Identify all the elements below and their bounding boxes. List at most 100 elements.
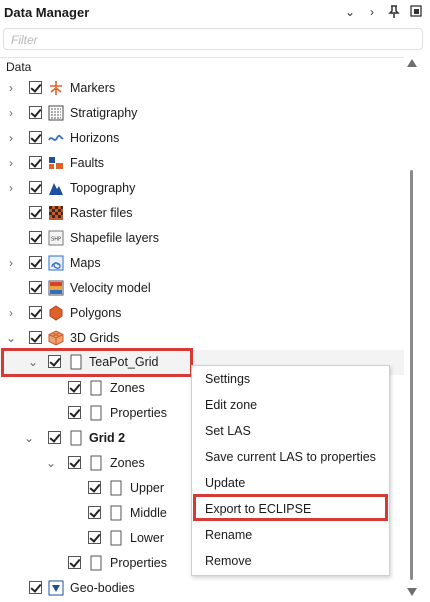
chevron-right-icon[interactable]: › — [5, 80, 17, 96]
menu-item-edit-zone[interactable]: Edit zone — [192, 393, 389, 417]
tree-item-label: Zones — [110, 381, 145, 395]
tree-item-topography[interactable]: › Topography — [0, 176, 404, 201]
visibility-checkbox[interactable] — [29, 81, 42, 94]
tree-item-label: Shapefile layers — [70, 231, 159, 245]
chevron-down-icon[interactable]: ⌄ — [5, 330, 17, 346]
float-window-icon[interactable] — [409, 5, 423, 19]
tree-item-stratigraphy[interactable]: › Stratigraphy — [0, 101, 404, 126]
menu-item-rename[interactable]: Rename — [192, 523, 389, 547]
visibility-checkbox[interactable] — [29, 181, 42, 194]
menu-item-set-las[interactable]: Set LAS — [192, 419, 389, 443]
tree-item-label: Upper — [130, 481, 165, 495]
visibility-checkbox[interactable] — [29, 206, 42, 219]
document-icon — [108, 505, 124, 521]
maps-icon — [48, 255, 64, 271]
tree-item-label: Maps — [70, 256, 101, 270]
menu-item-label: Edit zone — [205, 398, 258, 412]
chevron-down-icon[interactable]: ⌄ — [23, 430, 35, 446]
visibility-checkbox[interactable] — [48, 431, 61, 444]
tree-item-label: 3D Grids — [70, 331, 120, 345]
menu-item-label: Set LAS — [205, 424, 251, 438]
visibility-checkbox[interactable] — [29, 156, 42, 169]
tree-item-label: Stratigraphy — [70, 106, 138, 120]
chevron-right-icon[interactable]: › — [5, 305, 17, 321]
menu-item-label: Update — [205, 476, 246, 490]
polygons-icon — [48, 305, 64, 321]
tree-item-markers[interactable]: › Markers — [0, 76, 404, 101]
scroll-down-arrow[interactable] — [407, 588, 417, 596]
tree-item-faults[interactable]: › Faults — [0, 151, 404, 176]
chevron-right-icon[interactable]: › — [5, 155, 17, 171]
visibility-checkbox[interactable] — [88, 506, 101, 519]
stratigraphy-icon — [48, 105, 64, 121]
velocity-model-icon — [48, 280, 64, 296]
visibility-checkbox[interactable] — [29, 581, 42, 594]
tree-item-label: Properties — [110, 556, 167, 570]
tree-item-label: Markers — [70, 81, 116, 95]
tree-item-maps[interactable]: › Maps — [0, 251, 404, 276]
tree-item-label: Zones — [110, 456, 145, 470]
menu-item-label: Save current LAS to properties — [205, 450, 376, 464]
chevron-down-icon[interactable]: ⌄ — [343, 5, 357, 19]
tree-item-velocity-model[interactable]: Velocity model — [0, 276, 404, 301]
chevron-right-icon[interactable]: › — [5, 255, 17, 271]
tree-item-polygons[interactable]: › Polygons — [0, 301, 404, 326]
visibility-checkbox[interactable] — [88, 481, 101, 494]
visibility-checkbox[interactable] — [29, 331, 42, 344]
highlight-box — [193, 494, 388, 521]
visibility-checkbox[interactable] — [29, 231, 42, 244]
tree-item-label: Horizons — [70, 131, 120, 145]
chevron-right-icon[interactable]: › — [5, 105, 17, 121]
topography-icon — [48, 180, 64, 196]
document-icon — [68, 430, 84, 446]
visibility-checkbox[interactable] — [68, 406, 81, 419]
visibility-checkbox[interactable] — [29, 106, 42, 119]
tree-item-label: Properties — [110, 406, 167, 420]
chevron-right-icon[interactable]: › — [365, 5, 379, 19]
tree-item-shapefile-layers[interactable]: SHP Shapefile layers — [0, 226, 404, 251]
pin-icon[interactable] — [387, 5, 401, 19]
markers-icon — [48, 80, 64, 96]
menu-item-save-las[interactable]: Save current LAS to properties — [192, 445, 389, 469]
menu-item-remove[interactable]: Remove — [192, 549, 389, 573]
document-icon — [88, 380, 104, 396]
svg-text:SHP: SHP — [51, 237, 61, 243]
geo-bodies-icon — [48, 580, 64, 596]
highlight-box — [1, 348, 193, 377]
shapefile-icon: SHP — [48, 230, 64, 246]
chevron-right-icon[interactable]: › — [5, 130, 17, 146]
scroll-up-arrow[interactable] — [407, 59, 417, 67]
tree-item-label: Lower — [130, 531, 165, 545]
visibility-checkbox[interactable] — [68, 456, 81, 469]
tree-item-raster-files[interactable]: Raster files — [0, 201, 404, 226]
tree-item-horizons[interactable]: › Horizons — [0, 126, 404, 151]
tree-item-label: Middle — [130, 506, 167, 520]
tree-item-label: Velocity model — [70, 281, 151, 295]
tree-item-label: Faults — [70, 156, 105, 170]
menu-item-label: Remove — [205, 554, 252, 568]
visibility-checkbox[interactable] — [29, 281, 42, 294]
menu-item-update[interactable]: Update — [192, 471, 389, 495]
filter-input[interactable] — [9, 30, 413, 50]
visibility-checkbox[interactable] — [29, 256, 42, 269]
tree-item-label: Raster files — [70, 206, 133, 220]
menu-item-label: Rename — [205, 528, 253, 542]
tree-column-header: Data — [0, 57, 404, 76]
tree-item-label: Grid 2 — [89, 431, 126, 445]
visibility-checkbox[interactable] — [29, 306, 42, 319]
visibility-checkbox[interactable] — [29, 131, 42, 144]
tree-item-geo-bodies[interactable]: Geo-bodies — [0, 576, 404, 601]
chevron-right-icon[interactable]: › — [5, 180, 17, 196]
document-icon — [88, 555, 104, 571]
menu-item-label: Settings — [205, 372, 251, 386]
tree-item-label: Topography — [70, 181, 136, 195]
scrollbar-thumb[interactable] — [410, 170, 413, 580]
visibility-checkbox[interactable] — [68, 381, 81, 394]
filter-field[interactable] — [3, 28, 423, 50]
context-menu: Settings Edit zone Set LAS Save current … — [191, 365, 390, 576]
chevron-down-icon[interactable]: ⌄ — [45, 455, 57, 471]
panel-title: Data Manager — [4, 5, 90, 20]
visibility-checkbox[interactable] — [88, 531, 101, 544]
visibility-checkbox[interactable] — [68, 556, 81, 569]
menu-item-settings[interactable]: Settings — [192, 367, 389, 391]
